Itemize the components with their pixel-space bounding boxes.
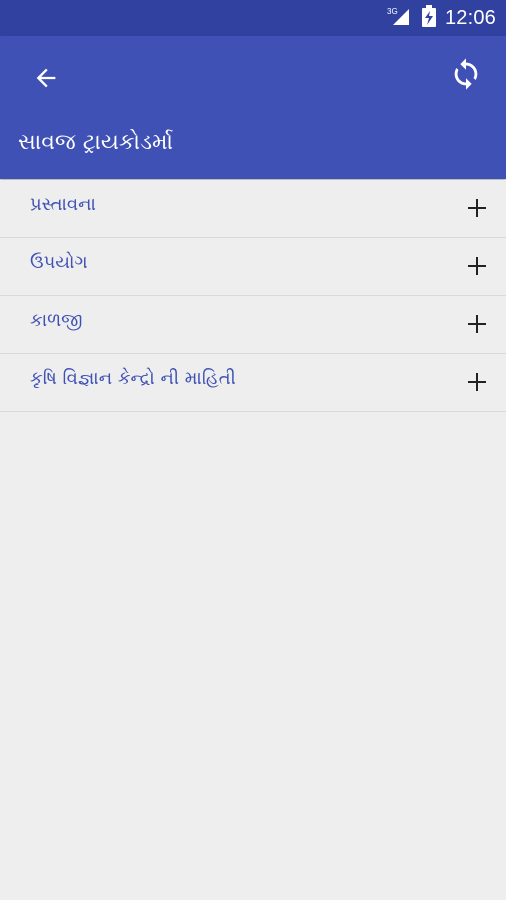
status-bar: 3G 12:06 bbox=[0, 0, 506, 36]
signal-3g-icon: 3G bbox=[387, 5, 413, 31]
list-item-introduction[interactable]: પ્રસ્તાવના bbox=[0, 180, 506, 238]
refresh-icon bbox=[449, 57, 483, 95]
arrow-back-icon bbox=[32, 64, 60, 96]
network-type-label: 3G bbox=[387, 7, 398, 16]
list-item-label: ઉપયોગ bbox=[30, 252, 88, 273]
plus-icon[interactable] bbox=[466, 255, 488, 277]
plus-icon[interactable] bbox=[466, 197, 488, 219]
list-item-label: કાળજી bbox=[30, 310, 83, 331]
app-toolbar: સાવજ ટ્રાયકોડર્મા bbox=[0, 36, 506, 179]
battery-charging-icon bbox=[421, 4, 437, 32]
status-time: 12:06 bbox=[444, 6, 496, 29]
status-icons: 3G 12:06 bbox=[387, 0, 496, 36]
section-list: પ્રસ્તાવના ઉપયોગ કાળજી કૃષિ વિજ્ઞાન કેન્… bbox=[0, 180, 506, 412]
refresh-button[interactable] bbox=[446, 56, 486, 96]
list-item-care[interactable]: કાળજી bbox=[0, 296, 506, 354]
plus-icon[interactable] bbox=[466, 371, 488, 393]
list-item-usage[interactable]: ઉપયોગ bbox=[0, 238, 506, 296]
page-title: સાવજ ટ્રાયકોડર્મા bbox=[18, 130, 173, 155]
plus-icon[interactable] bbox=[466, 313, 488, 335]
list-item-kvk-info[interactable]: કૃષિ વિજ્ઞાન કેન્દ્રો ની માહિતી bbox=[0, 354, 506, 412]
list-item-label: કૃષિ વિજ્ઞાન કેન્દ્રો ની માહિતી bbox=[30, 368, 236, 389]
back-button[interactable] bbox=[26, 60, 66, 100]
list-item-label: પ્રસ્તાવના bbox=[30, 194, 96, 215]
